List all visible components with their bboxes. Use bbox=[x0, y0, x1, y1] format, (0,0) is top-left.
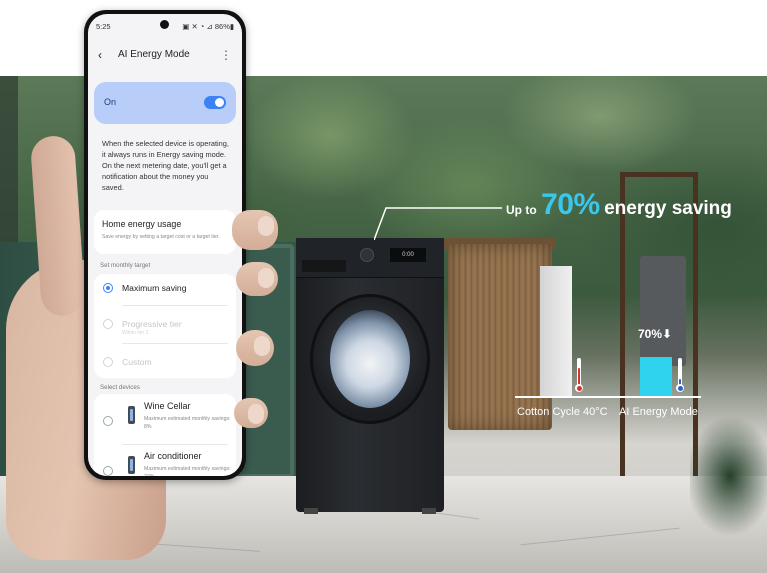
device-savings: Maximum estimated monthly savings: 22% bbox=[144, 466, 231, 476]
toggle-label: On bbox=[104, 97, 117, 107]
finger-ring bbox=[236, 330, 274, 366]
home-energy-usage-item[interactable]: Home energy usage Save energy by setting… bbox=[94, 210, 236, 254]
device-savings: Maximum estimated monthly savings: 8% bbox=[144, 416, 231, 430]
option-label: Custom bbox=[122, 357, 152, 367]
radio-button[interactable] bbox=[103, 319, 113, 329]
headline-suffix: energy saving bbox=[604, 198, 732, 219]
detergent-drawer bbox=[302, 260, 346, 272]
status-icons: ▣ ✕ ◔ ⊿ 86%▮ bbox=[182, 22, 234, 31]
finger-index bbox=[232, 210, 278, 250]
status-time: 5:25 bbox=[96, 22, 111, 31]
option-label: Maximum saving bbox=[122, 283, 187, 293]
washer-foot bbox=[422, 508, 436, 514]
washer-display: 0:00 bbox=[390, 248, 426, 262]
radio-button[interactable] bbox=[103, 357, 113, 367]
headline-value: 70% bbox=[541, 188, 600, 221]
air-conditioner-icon bbox=[128, 456, 135, 474]
page-title: AI Energy Mode bbox=[118, 49, 190, 60]
washer-dial bbox=[360, 248, 374, 262]
chart-baseline bbox=[515, 396, 701, 398]
thermometer-cold-icon bbox=[676, 358, 684, 392]
wine-cellar-icon bbox=[128, 406, 135, 424]
option-maximum-saving[interactable]: Maximum saving bbox=[94, 274, 236, 302]
mode-description: When the selected device is operating, i… bbox=[102, 139, 229, 192]
hanging-towel bbox=[640, 256, 686, 366]
front-camera bbox=[160, 20, 169, 29]
ai-energy-toggle-card[interactable]: On bbox=[94, 82, 236, 124]
finger-middle bbox=[236, 262, 278, 296]
bar-cotton-cycle bbox=[540, 266, 572, 396]
device-name: Wine Cellar bbox=[144, 401, 191, 411]
devices-card: Wine Cellar Maximum estimated monthly sa… bbox=[94, 394, 236, 476]
option-sublabel: Within tier 2 bbox=[122, 330, 149, 336]
plant bbox=[690, 416, 767, 573]
washer-door-glass bbox=[330, 310, 410, 408]
more-vert-icon[interactable]: ⋮ bbox=[220, 48, 232, 62]
chevron-left-icon[interactable]: ‹ bbox=[98, 48, 102, 62]
washer-foot bbox=[304, 508, 318, 514]
callout-line bbox=[374, 207, 502, 240]
toggle-switch[interactable] bbox=[204, 96, 226, 109]
device-name: Air conditioner bbox=[144, 451, 202, 461]
washing-machine: 0:00 bbox=[296, 238, 444, 514]
phone-screen: 5:25 ▣ ✕ ◔ ⊿ 86%▮ ‹ AI Energy Mode ⋮ On … bbox=[88, 14, 242, 476]
finger-little bbox=[234, 398, 268, 428]
headline-prefix: Up to bbox=[506, 203, 537, 217]
device-air-conditioner[interactable]: Air conditioner Maximum estimated monthl… bbox=[94, 448, 236, 476]
monthly-target-section-label: Set monthly target bbox=[100, 262, 151, 269]
bar-ai-energy-mode bbox=[640, 357, 672, 396]
option-label: Progressive tier bbox=[122, 319, 182, 329]
home-energy-title: Home energy usage bbox=[102, 219, 182, 229]
category-label-ai-energy-mode: AI Energy Mode bbox=[619, 406, 698, 418]
laundry-basket bbox=[448, 244, 552, 430]
energy-saving-headline: Up to 70% energy saving bbox=[506, 188, 732, 222]
category-label-cotton-cycle: Cotton Cycle 40°C bbox=[517, 406, 608, 418]
option-custom[interactable]: Custom bbox=[94, 348, 236, 376]
reduction-label: 70%⬇ bbox=[638, 327, 673, 341]
monthly-target-card: Maximum saving Progressive tier Within t… bbox=[94, 274, 236, 378]
status-bar: 5:25 ▣ ✕ ◔ ⊿ 86%▮ bbox=[88, 14, 242, 36]
home-energy-subtitle: Save energy by setting a target cost or … bbox=[102, 234, 220, 240]
washer-control-panel: 0:00 bbox=[296, 238, 444, 278]
thermometer-hot-icon bbox=[575, 358, 583, 392]
option-progressive-tier[interactable]: Progressive tier Within tier 2 bbox=[94, 310, 236, 338]
radio-button[interactable] bbox=[103, 466, 113, 476]
smartphone: 5:25 ▣ ✕ ◔ ⊿ 86%▮ ‹ AI Energy Mode ⋮ On … bbox=[84, 10, 246, 480]
radio-button[interactable] bbox=[103, 416, 113, 426]
app-bar: ‹ AI Energy Mode ⋮ bbox=[88, 44, 242, 68]
select-devices-section-label: Select devices bbox=[100, 384, 140, 391]
device-wine-cellar[interactable]: Wine Cellar Maximum estimated monthly sa… bbox=[94, 398, 236, 448]
radio-button[interactable] bbox=[103, 283, 113, 293]
